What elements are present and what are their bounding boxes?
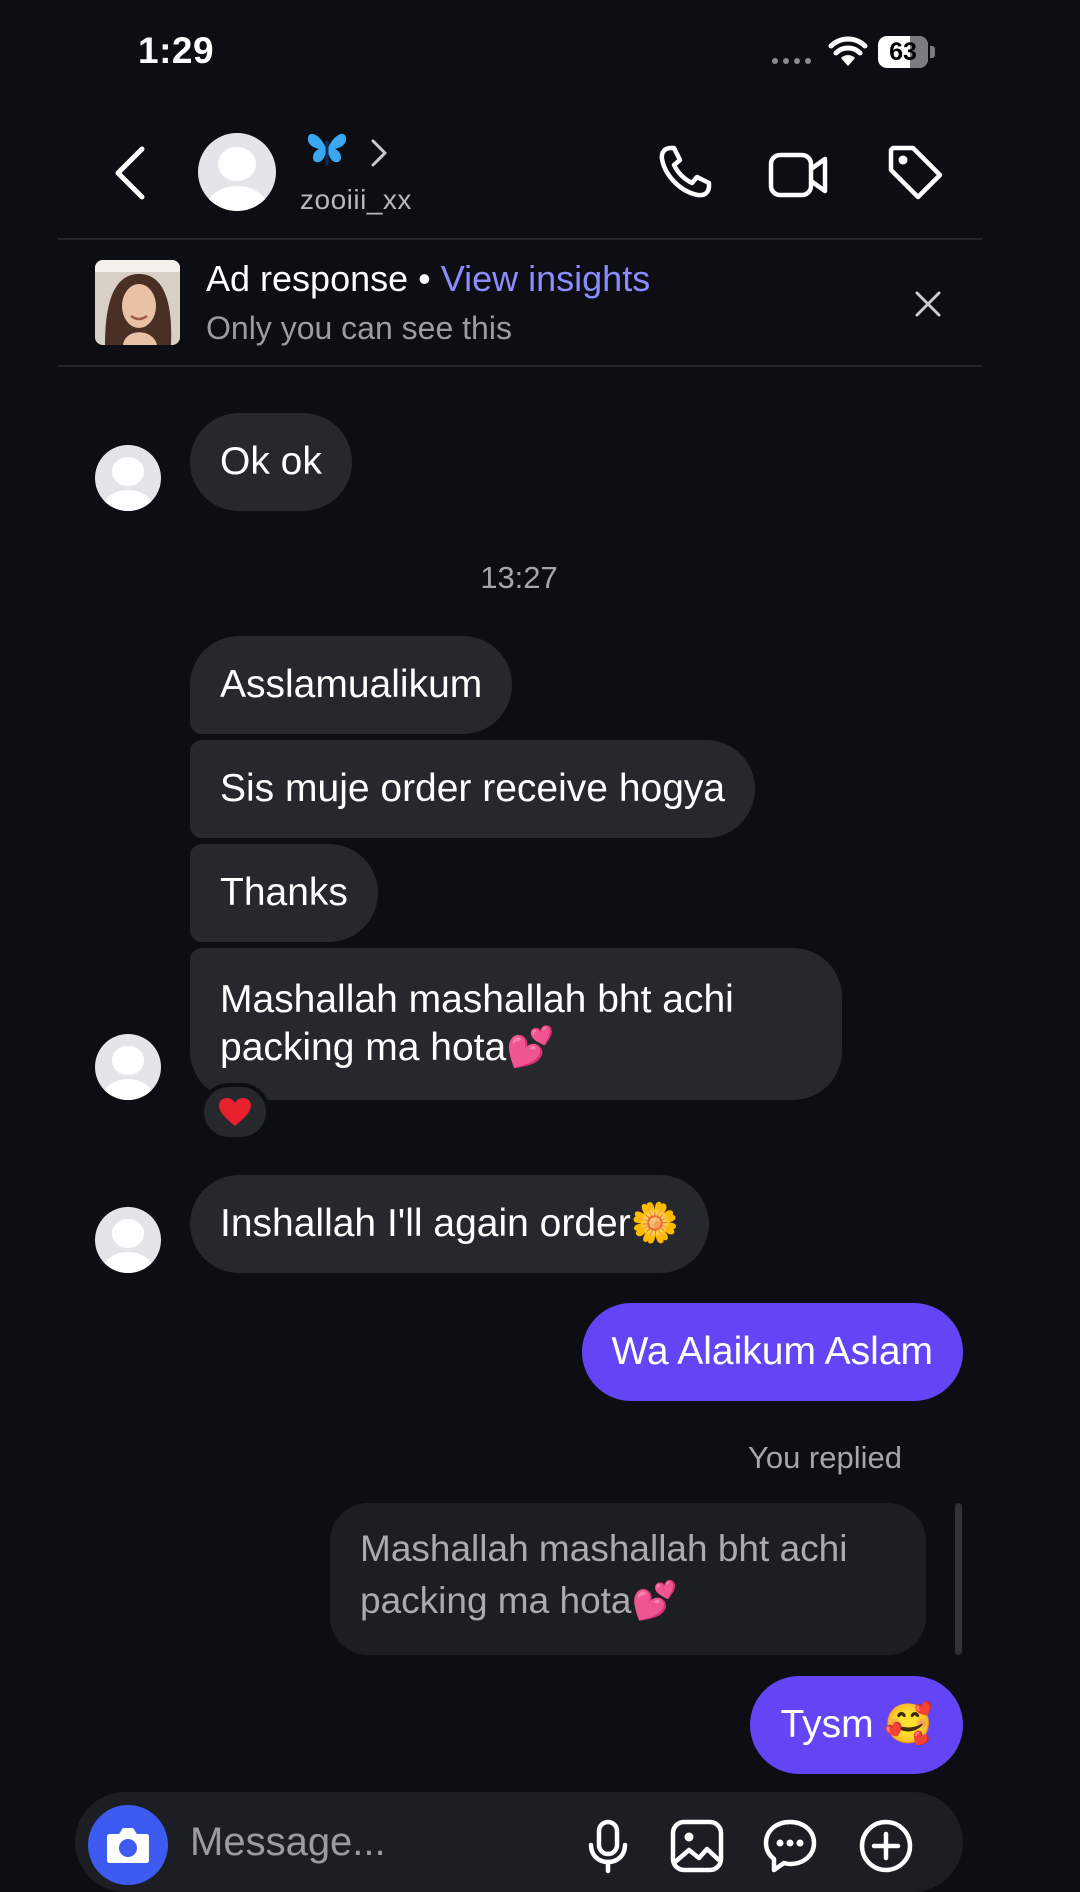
butterfly-emoji — [307, 133, 347, 166]
message-bubble-incoming[interactable]: Sis muje order receive hogya — [190, 740, 756, 838]
plus-icon[interactable] — [858, 1818, 914, 1874]
you-replied-label: You replied — [748, 1440, 902, 1475]
ad-title: Ad response — [206, 258, 409, 299]
message-bubble-outgoing[interactable]: Tysm 🥰 — [750, 1676, 963, 1774]
ad-subtitle: Only you can see this — [206, 310, 512, 346]
sender-avatar[interactable] — [95, 1207, 161, 1273]
separator-dot: • — [418, 258, 431, 299]
close-icon[interactable] — [912, 288, 944, 320]
ad-response-row: Ad response • View insights — [206, 258, 650, 300]
video-camera-icon[interactable] — [768, 145, 828, 205]
back-icon[interactable] — [112, 145, 148, 201]
wifi-icon — [828, 36, 868, 66]
sticker-icon[interactable] — [762, 1818, 818, 1874]
view-insights-link[interactable]: View insights — [441, 258, 650, 299]
camera-button[interactable] — [88, 1805, 168, 1885]
message-bubble-incoming[interactable]: Thanks — [190, 844, 378, 942]
chat-timestamp: 13:27 — [480, 560, 558, 595]
ad-thumbnail[interactable] — [95, 260, 180, 345]
header-divider — [58, 238, 982, 240]
message-bubble-incoming[interactable]: Mashallah mashallah bht achi packing ma … — [190, 948, 842, 1100]
message-input[interactable] — [190, 1820, 570, 1865]
chevron-right-icon[interactable] — [370, 138, 388, 168]
status-time: 1:29 — [138, 30, 215, 71]
tag-icon[interactable] — [885, 142, 945, 202]
message-bubble-incoming[interactable]: Ok ok — [190, 413, 352, 511]
gallery-icon[interactable] — [669, 1818, 725, 1874]
heart-reaction[interactable] — [200, 1083, 270, 1141]
replied-quote[interactable]: Mashallah mashallah bht achi packing ma … — [330, 1503, 926, 1655]
message-bubble-incoming[interactable]: Inshallah I'll again order🌼 — [190, 1175, 710, 1273]
reply-indicator-bar — [955, 1503, 962, 1655]
battery-icon: 63 — [878, 36, 936, 68]
banner-divider — [58, 365, 982, 367]
battery-level: 63 — [889, 38, 917, 66]
signal-icon — [772, 58, 811, 64]
microphone-icon[interactable] — [580, 1818, 636, 1874]
sender-avatar[interactable] — [95, 1034, 161, 1100]
sender-avatar[interactable] — [95, 445, 161, 511]
message-bubble-outgoing[interactable]: Wa Alaikum Aslam — [581, 1303, 963, 1401]
phone-icon[interactable] — [655, 142, 715, 202]
username[interactable]: zooiii_xx — [300, 184, 412, 216]
avatar[interactable] — [198, 133, 276, 211]
heart-icon — [219, 1098, 251, 1126]
camera-icon — [107, 1828, 149, 1863]
message-bubble-incoming[interactable]: Asslamualikum — [190, 636, 513, 734]
